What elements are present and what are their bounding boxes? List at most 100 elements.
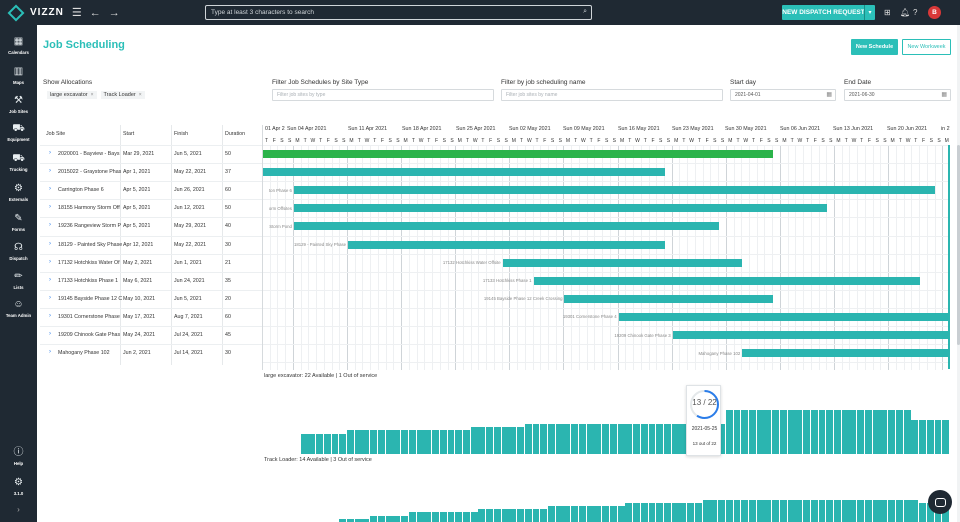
allocation-bar[interactable]	[841, 410, 849, 454]
allocation-bar[interactable]	[648, 502, 656, 522]
allocation-bar[interactable]	[787, 410, 795, 454]
allocation-bar[interactable]	[447, 512, 455, 522]
allocation-bar[interactable]	[640, 502, 648, 522]
allocation-bar[interactable]	[880, 410, 888, 454]
allocation-bar[interactable]	[903, 499, 911, 522]
expand-chevron-icon[interactable]: ›	[49, 277, 51, 283]
allocation-bar[interactable]	[486, 427, 494, 454]
allocation-bar[interactable]	[432, 430, 439, 454]
allocation-bar[interactable]	[385, 515, 393, 522]
table-row[interactable]: › 2020001 - Bayview - Bays Mar 29, 2021 Jun…	[40, 145, 262, 163]
user-avatar[interactable]: B	[928, 6, 941, 19]
table-row[interactable]: › 19209 Chinook Gate Phas May 24, 2021 Jul …	[40, 326, 262, 344]
allocation-bar[interactable]	[316, 433, 324, 454]
allocation-bar[interactable]	[911, 420, 919, 454]
allocation-bar[interactable]	[424, 512, 432, 522]
allocation-bar[interactable]	[888, 499, 896, 522]
allocation-bar[interactable]	[416, 512, 424, 522]
allocation-bar[interactable]	[571, 423, 579, 454]
allocation-bar[interactable]	[493, 509, 501, 522]
allocation-bar[interactable]	[377, 515, 385, 522]
allocation-bar[interactable]	[834, 410, 841, 454]
allocation-bar[interactable]	[679, 502, 687, 522]
allocation-bar[interactable]	[702, 499, 710, 522]
table-row[interactable]: › 19236 Rangeview Storm P Apr 5, 2021 May 2…	[40, 217, 262, 235]
allocation-bar[interactable]	[795, 499, 803, 522]
allocation-bar[interactable]	[779, 499, 787, 522]
allocation-bar[interactable]	[602, 506, 610, 522]
allocation-bar[interactable]	[517, 427, 524, 454]
allocation-bar[interactable]	[586, 506, 594, 522]
sidebar-item-maps[interactable]: ▥ Maps	[0, 66, 37, 96]
allocation-bar[interactable]	[911, 499, 919, 522]
allocation-bar[interactable]	[803, 410, 811, 454]
expand-chevron-icon[interactable]: ›	[49, 259, 51, 265]
sidebar-item-equipment[interactable]: ⛟ Equipment	[0, 123, 37, 153]
allocation-bar[interactable]	[509, 427, 517, 454]
allocation-bar[interactable]	[586, 423, 594, 454]
calendar-icon[interactable]: ▦	[826, 91, 832, 98]
allocation-bar[interactable]	[563, 506, 571, 522]
allocation-bar[interactable]	[671, 502, 679, 522]
expand-chevron-icon[interactable]: ›	[49, 204, 51, 210]
gantt-bar[interactable]	[618, 312, 950, 321]
allocation-bar[interactable]	[385, 430, 393, 454]
allocation-bar[interactable]	[462, 512, 470, 522]
allocation-bar[interactable]	[841, 499, 849, 522]
allocation-bar[interactable]	[331, 433, 339, 454]
allocation-bar[interactable]	[563, 423, 571, 454]
allocation-bar[interactable]	[748, 410, 756, 454]
allocation-bar[interactable]	[393, 515, 401, 522]
allocation-bar[interactable]	[779, 410, 787, 454]
allocation-bar[interactable]	[756, 410, 764, 454]
expand-chevron-icon[interactable]: ›	[49, 349, 51, 355]
allocation-bar[interactable]	[934, 420, 942, 454]
allocation-bar[interactable]	[795, 410, 803, 454]
sidebar-item-team-admin[interactable]: ☺ Team Admin	[0, 299, 37, 329]
allocation-bar[interactable]	[370, 515, 378, 522]
gantt-bar[interactable]	[742, 349, 950, 358]
allocation-bar[interactable]	[455, 512, 463, 522]
allocation-bar[interactable]	[362, 430, 370, 454]
gantt-bar[interactable]	[263, 168, 665, 177]
allocation-bar[interactable]	[895, 410, 903, 454]
allocation-bar[interactable]	[625, 502, 633, 522]
table-row[interactable]: › 17132 Hotchkiss Water Of May 2, 2021 Jun …	[40, 253, 262, 272]
allocation-bar[interactable]	[594, 506, 602, 522]
sidebar-item-settings[interactable]: ⚙ 3.1.0	[0, 477, 37, 507]
allocation-bar[interactable]	[524, 509, 532, 522]
allocation-bar[interactable]	[509, 509, 517, 522]
allocation-bar[interactable]	[571, 506, 579, 522]
allocation-bar[interactable]	[625, 423, 633, 454]
column-header-finish[interactable]: Finish	[174, 131, 188, 137]
sidebar-item-dispatch[interactable]: ☊ Dispatch	[0, 242, 37, 272]
allocation-bar[interactable]	[439, 512, 447, 522]
allocation-bar[interactable]	[733, 410, 741, 454]
menu-collapse-icon[interactable]: ☰	[72, 6, 82, 19]
expand-chevron-icon[interactable]: ›	[49, 222, 51, 228]
allocation-bar[interactable]	[764, 410, 772, 454]
allocation-bar[interactable]	[602, 423, 610, 454]
allocation-bar[interactable]	[864, 499, 872, 522]
new-workweek-button[interactable]: New Workweek	[902, 39, 951, 55]
allocation-bar[interactable]	[849, 499, 857, 522]
allocation-bar[interactable]	[633, 423, 640, 454]
allocation-bar[interactable]	[787, 499, 795, 522]
allocation-bar[interactable]	[772, 410, 780, 454]
allocation-bar[interactable]	[895, 499, 903, 522]
allocation-bar[interactable]	[578, 506, 586, 522]
allocation-chip[interactable]: large excavator ×	[47, 91, 97, 99]
calendar-icon[interactable]: ▦	[941, 91, 947, 98]
sidebar-item-externals[interactable]: ⚙ Externals	[0, 183, 37, 213]
allocation-bar[interactable]	[486, 509, 494, 522]
allocation-bar[interactable]	[849, 410, 857, 454]
allocation-bar[interactable]	[323, 433, 331, 454]
expand-chevron-icon[interactable]: ›	[49, 150, 51, 156]
allocation-bar[interactable]	[756, 499, 764, 522]
dispatch-dropdown-caret-icon[interactable]: ▾	[864, 5, 875, 20]
allocation-bar[interactable]	[540, 423, 548, 454]
allocation-bar[interactable]	[501, 427, 509, 454]
allocation-bar[interactable]	[478, 427, 486, 454]
allocation-bar[interactable]	[408, 430, 416, 454]
table-row[interactable]: › 18129 - Painted Sky Phase Apr 12, 2021 Ma…	[40, 235, 262, 254]
